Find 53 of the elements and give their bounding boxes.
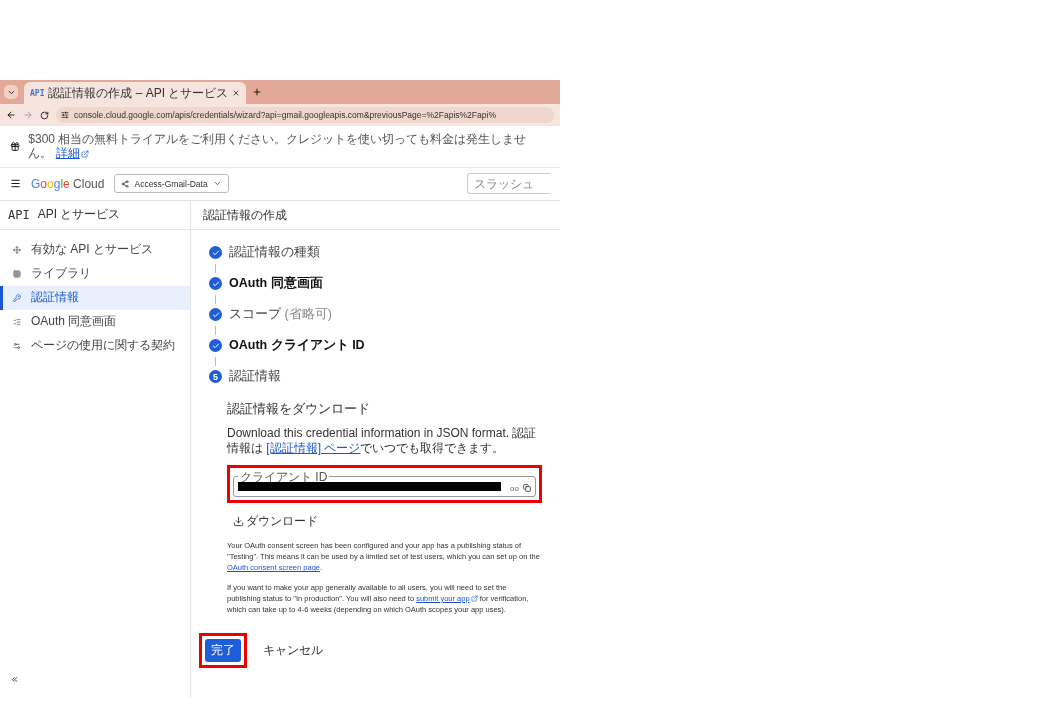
favicon: API	[30, 88, 45, 98]
collapse-icon[interactable]	[10, 675, 19, 685]
step-label: スコープ (省略可)	[229, 306, 332, 324]
step-label: 認証情報の種類	[229, 244, 320, 262]
sidebar-item[interactable]: 認証情報	[0, 285, 190, 310]
tab-title: 認証情報の作成 – API とサービス	[48, 84, 229, 102]
crosshair-icon	[13, 245, 21, 254]
site-settings-icon[interactable]	[61, 111, 69, 119]
check-icon	[209, 246, 222, 260]
sidebar-item[interactable]: ページの使用に関する契約	[0, 333, 190, 358]
sidebar-item[interactable]: OAuth 同意画面	[0, 309, 190, 334]
checklist-icon	[13, 317, 21, 326]
check-icon	[209, 339, 222, 353]
page-title: 認証情報の作成	[191, 200, 560, 230]
step-label: OAuth 同意画面	[229, 275, 323, 293]
details-link[interactable]: 詳細	[55, 146, 89, 161]
key-icon	[13, 293, 21, 302]
copy-icon[interactable]	[523, 484, 531, 493]
reload-icon[interactable]	[40, 110, 49, 120]
external-link-icon	[80, 149, 89, 158]
step-label: OAuth クライアント ID	[229, 337, 365, 355]
step-label: 認証情報	[229, 368, 281, 386]
browser-tab[interactable]: API 認証情報の作成 – API とサービス	[24, 82, 247, 104]
banner-text: $300 相当の無料トライアルをご利用ください。クレジットを使い切っても料金は発生しません。 詳細	[28, 132, 528, 161]
section-heading: 認証情報をダウンロード	[227, 399, 371, 418]
gift-icon	[10, 140, 21, 152]
api-label: API	[8, 207, 30, 222]
external-link-icon	[470, 595, 478, 603]
client-id-field[interactable]: クライアント ID oo	[233, 470, 536, 497]
check-icon	[209, 308, 222, 322]
intro-text: Download this credential information in JSON format. 認証情報は [認証情報] ページでいつでも取得できます。	[227, 425, 538, 457]
search-field[interactable]: スラッシュ	[467, 173, 550, 195]
close-icon[interactable]	[232, 89, 241, 97]
download-button[interactable]: ダウンロード	[233, 510, 318, 532]
check-icon	[209, 277, 222, 291]
menu-icon[interactable]	[10, 178, 21, 190]
project-picker[interactable]: Access-Gmail-Data	[114, 174, 229, 194]
nodes-icon	[121, 179, 130, 188]
tab-search-button[interactable]	[4, 85, 18, 99]
url-text: console.cloud.google.com/apis/credentials/wizard?api=gmail.googleapis.com&previousPage=%2Fapis%2Fapi%	[74, 110, 496, 120]
credentials-link[interactable]: [認証情報] ページ	[266, 441, 361, 457]
download-icon	[233, 515, 244, 527]
sidebar-item[interactable]: ライブラリ	[0, 261, 190, 286]
address-bar[interactable]: console.cloud.google.com/apis/credentials/wizard?api=gmail.googleapis.com&previousPage=%2Fapis%2Fapi%	[56, 107, 554, 123]
sidebar-title: API とサービス	[37, 206, 121, 224]
new-tab-icon[interactable]	[252, 87, 263, 97]
settings-list-icon	[13, 341, 21, 350]
google-cloud-logo: Google Cloud	[31, 176, 105, 191]
sidebar-item[interactable]: 有効な API とサービス	[0, 237, 190, 262]
back-icon[interactable]	[6, 110, 16, 120]
cancel-button[interactable]: キャンセル	[257, 641, 329, 661]
step-number: 5	[209, 370, 222, 384]
done-button[interactable]: 完了	[205, 639, 241, 663]
